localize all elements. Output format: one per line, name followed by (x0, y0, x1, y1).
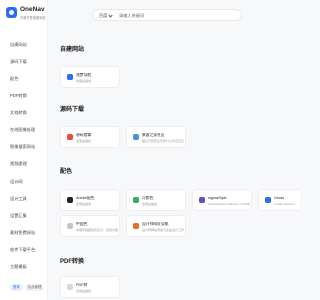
sidebar-item-设计网[interactable]: 设计网 (10, 179, 23, 185)
site-desc: Create effective… (274, 202, 298, 206)
sidebar: OneNav 开源书签管理系统 自建网站 源码下载 配色 PDF转换 文档转换 … (0, 0, 48, 300)
site-desc: 这里是描述 (142, 202, 158, 206)
site-desc: 做正已经安全靠你行之外自己打工社 (142, 139, 184, 143)
sidebar-item-pdf[interactable]: PDF转换 (10, 93, 27, 99)
sidebar-item-视频处理[interactable]: 视频處理 (10, 161, 27, 167)
site-card[interactable]: 设计师网址导航 设计师网站导航大全是设计工作… (126, 215, 186, 237)
site-icon (265, 197, 271, 203)
section-title: PDF转换 (60, 259, 85, 265)
site-icon (67, 74, 73, 80)
site-card[interactable]: Adobe配色 这里是描述 (60, 189, 120, 211)
login-button[interactable]: 登录 (10, 284, 23, 291)
site-desc: 这里是描述 (76, 289, 92, 293)
search-bar: 百度 (92, 9, 242, 21)
section-title: 源码下载 (60, 107, 85, 113)
site-icon (67, 223, 73, 229)
site-card[interactable]: 果客之家社区 做正已经安全靠你行之外自己打工社 (126, 126, 186, 148)
site-card[interactable]: PDF转 这里是描述 (60, 276, 120, 298)
site-name: 可颜色 (142, 196, 154, 200)
site-name: 果客之家社区 (142, 133, 165, 137)
site-card[interactable]: 源码猎掌 这里是描述 (60, 126, 120, 148)
site-desc: 这里是描述 (76, 79, 92, 83)
site-desc: 这里是描述 (76, 202, 92, 206)
site-icon (133, 197, 139, 203)
site-icon (67, 284, 73, 290)
sidebar-item-自建网站[interactable]: 自建网站 (10, 42, 27, 48)
brand-title: OneNav (20, 6, 45, 13)
sidebar-item-文档转换[interactable]: 文档转换 (10, 110, 27, 116)
site-card[interactable]: 流梦导航 这里是描述 (60, 66, 120, 88)
site-icon (67, 134, 73, 140)
site-desc: 中国传统颜色值表示，感受中国… (76, 228, 118, 232)
site-name: sigmaStyle (208, 196, 227, 200)
search-engine-label: 百度 (99, 13, 108, 18)
brand-logo[interactable]: OneNav 开源书签管理系统 (6, 6, 50, 24)
sidebar-item-源码下载[interactable]: 源码下载 (10, 59, 27, 65)
brand-subtitle: 开源书签管理系统 (20, 16, 46, 20)
site-name: Adobe配色 (76, 196, 95, 200)
sidebar-item-在线图像处理[interactable]: 在线图像处理 (10, 127, 35, 133)
site-icon (67, 197, 73, 203)
site-name: 流梦导航 (76, 73, 92, 77)
site-name: 设计师网址导航 (142, 222, 169, 226)
site-name: 中国色 (76, 222, 88, 226)
site-desc: 设计师网站导航大全是设计工作… (142, 228, 184, 232)
sidebar-item-设计工具[interactable]: 设计工具 (10, 196, 27, 202)
sidebar-item-主题模板[interactable]: 主题模板 (10, 264, 27, 270)
search-input[interactable] (119, 12, 219, 19)
site-card[interactable]: 中国色 中国传统颜色值表示，感受中国… (60, 215, 120, 237)
sidebar-item-素材免费网站[interactable]: 素材免费网站 (10, 230, 35, 236)
sidebar-item-设置汇集[interactable]: 设置汇集 (10, 213, 27, 219)
onenav-logo-icon (6, 7, 17, 18)
sidebar-item-软件下载平台[interactable]: 软件下载平台 (10, 247, 35, 253)
site-desc: 这里是描述 (76, 139, 92, 143)
site-desc: A handpicked collection of 1000… (208, 202, 250, 206)
sidebar-item-图像搜索网站[interactable]: 图像搜索网站 (10, 144, 35, 150)
chevron-down-icon (108, 13, 114, 18)
site-card[interactable]: 可颜色 这里是描述 (126, 189, 186, 211)
site-name: Gross (274, 196, 285, 200)
search-engine-select[interactable]: 百度 (99, 13, 114, 19)
site-icon (133, 134, 139, 140)
site-card[interactable]: Gross Create effective… (258, 189, 300, 211)
site-icon (199, 197, 205, 203)
site-icon (133, 223, 139, 229)
sidebar-item-配色[interactable]: 配色 (10, 76, 18, 82)
section-title: 自建网站 (60, 47, 85, 53)
site-name: PDF转 (76, 283, 88, 287)
admin-button[interactable]: 后台管理 (24, 284, 45, 291)
site-name: 源码猎掌 (76, 133, 92, 137)
sidebar-footer: 登录 后台管理 (10, 284, 45, 291)
site-card[interactable]: sigmaStyle A handpicked collection of 10… (192, 189, 252, 211)
section-title: 配色 (60, 169, 73, 175)
